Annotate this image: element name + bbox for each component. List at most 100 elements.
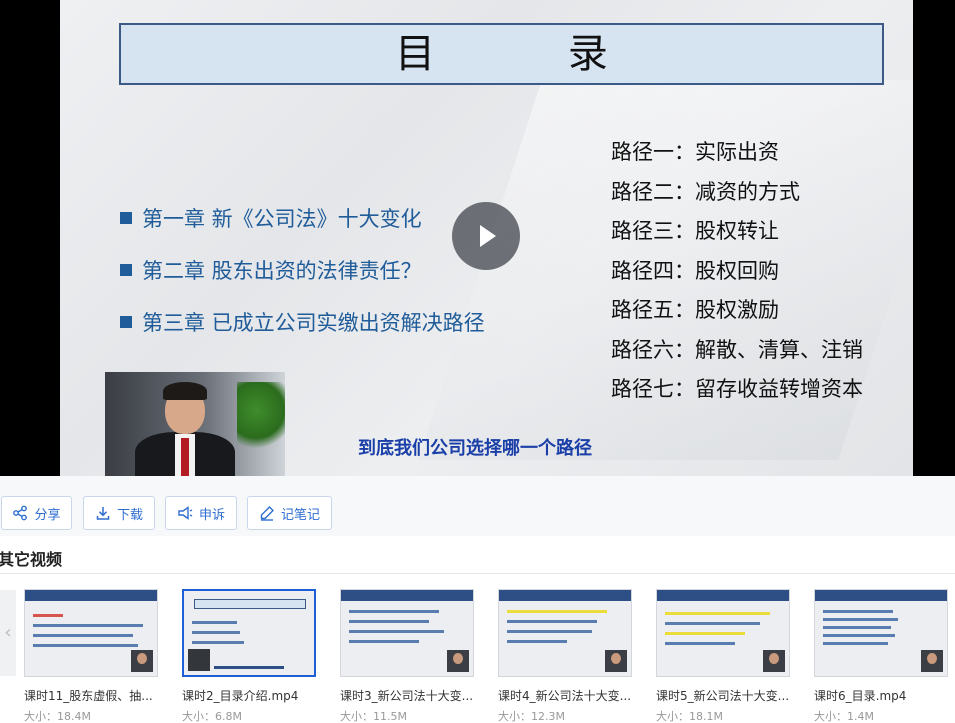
thumb-header — [499, 590, 631, 601]
video-card[interactable]: 课时3_新公司法十大变... 大小：11.5M — [340, 589, 476, 723]
slide-path: 路径一：实际出资 — [611, 140, 779, 164]
thumb-line — [507, 640, 567, 643]
slide-chapter-label: 第三章 已成立公司实缴出资解决路径 — [142, 311, 485, 335]
slide-path: 路径六：解散、清算、注销 — [611, 337, 863, 362]
play-icon — [480, 225, 496, 247]
video-thumbnail[interactable] — [656, 589, 790, 677]
bullet-square-icon — [120, 316, 132, 328]
thumb-line — [823, 626, 891, 629]
presenter-tie — [181, 438, 189, 476]
video-thumbnail[interactable] — [182, 589, 316, 677]
presenter-thumb — [447, 650, 469, 672]
thumb-caption — [214, 666, 284, 669]
video-thumbnail[interactable] — [814, 589, 948, 677]
presenter-video — [105, 372, 285, 476]
video-card-size: 大小：18.1M — [656, 710, 723, 723]
presenter-thumb — [605, 650, 627, 672]
video-card[interactable]: 课时5_新公司法十大变... 大小：18.1M — [656, 589, 792, 723]
share-label: 分享 — [34, 507, 61, 523]
thumb-line — [349, 630, 444, 633]
video-card-title[interactable]: 课时6_目录.mp4 — [814, 687, 950, 704]
video-card[interactable]: 课时4_新公司法十大变... 大小：12.3M — [498, 589, 634, 723]
slide-chapter: 第二章 股东出资的法律责任？ — [120, 244, 485, 296]
video-card-title[interactable]: 课时11_股东虚假、抽... — [24, 687, 160, 704]
notes-button[interactable]: 记笔记 — [247, 496, 332, 530]
thumb-line — [665, 632, 745, 635]
video-thumbnail[interactable] — [340, 589, 474, 677]
slide-chapter-label: 第一章 新《公司法》十大变化 — [142, 207, 422, 231]
video-thumbnail[interactable] — [498, 589, 632, 677]
thumb-line — [507, 620, 597, 623]
play-button[interactable] — [452, 202, 520, 270]
chevron-left-icon[interactable]: ‹ — [0, 590, 16, 676]
thumb-line — [507, 630, 592, 633]
video-card[interactable]: 课时6_目录.mp4 大小：1.4M — [814, 589, 950, 723]
slide-title-box: 目 录 — [119, 23, 884, 85]
video-card-title[interactable]: 课时3_新公司法十大变... — [340, 687, 476, 704]
video-card[interactable]: 课时11_股东虚假、抽... 大小：18.4M — [24, 589, 160, 723]
thumb-line — [349, 620, 429, 623]
thumb-line — [823, 610, 893, 613]
section-divider — [0, 573, 955, 574]
report-label: 申诉 — [198, 507, 225, 523]
video-thumbnail[interactable] — [24, 589, 158, 677]
video-card-size: 大小：6.8M — [182, 710, 242, 723]
thumb-line — [823, 618, 898, 621]
thumb-title-box — [194, 599, 306, 609]
presenter-thumb — [921, 650, 943, 672]
video-card[interactable]: 课时2_目录介绍.mp4 大小：6.8M — [182, 589, 318, 723]
presenter-thumb — [188, 649, 210, 671]
thumb-line — [33, 614, 63, 617]
thumb-line — [507, 610, 607, 613]
video-card-title[interactable]: 课时2_目录介绍.mp4 — [182, 687, 318, 704]
thumb-line — [823, 634, 895, 637]
download-label: 下载 — [116, 507, 143, 523]
slide-path-list: 路径一：实际出资 路径二：减资的方式 路径三：股权转让 路径四：股权回购 路径五… — [611, 133, 863, 410]
thumb-line — [192, 621, 237, 624]
slide-path: 路径三：股权转让 — [611, 219, 779, 243]
video-card-title[interactable]: 课时5_新公司法十大变... — [656, 687, 792, 704]
slide-chapter-label: 第二章 股东出资的法律责任？ — [142, 259, 422, 283]
thumb-line — [823, 642, 888, 645]
thumb-header — [25, 590, 157, 601]
video-card-size: 大小：12.3M — [498, 710, 565, 723]
thumb-line — [33, 634, 133, 637]
thumb-line — [33, 624, 143, 627]
video-card-size: 大小：11.5M — [340, 710, 407, 723]
plant-decoration — [237, 382, 285, 452]
slide-chapter-list: 第一章 新《公司法》十大变化 第二章 股东出资的法律责任？ 第三章 已成立公司实… — [120, 192, 485, 348]
thumb-line — [33, 644, 138, 647]
slide-path: 路径四：股权回购 — [611, 258, 779, 283]
video-player[interactable]: 目 录 第一章 新《公司法》十大变化 第二章 股东出资的法律责任？ 第三章 已成… — [0, 0, 955, 476]
notes-label: 记笔记 — [280, 507, 320, 523]
thumb-line — [349, 610, 439, 613]
slide-question: 到底我们公司选择哪一个路径 — [358, 438, 592, 459]
slide-path: 路径五：股权激励 — [611, 298, 779, 322]
bullet-square-icon — [120, 212, 132, 224]
slide-path: 路径七：留存收益转增资本 — [611, 377, 863, 401]
video-card-size: 大小：1.4M — [814, 710, 874, 723]
video-card-size: 大小：18.4M — [24, 710, 91, 723]
presenter-thumb — [131, 650, 153, 672]
slide-title: 目 录 — [395, 31, 668, 77]
thumb-line — [192, 631, 240, 634]
slide-chapter: 第一章 新《公司法》十大变化 — [120, 192, 485, 244]
presenter-hair — [163, 382, 207, 400]
thumb-header — [657, 590, 789, 601]
action-bar: 分享 下载 申诉 记笔记 — [0, 476, 955, 536]
thumb-line — [665, 642, 735, 645]
megaphone-icon — [178, 506, 193, 520]
share-button[interactable]: 分享 — [1, 496, 72, 530]
video-card-title[interactable]: 课时4_新公司法十大变... — [498, 687, 634, 704]
other-videos-heading: 其它视频 — [0, 550, 63, 569]
thumb-line — [192, 641, 244, 644]
slide-chapter: 第三章 已成立公司实缴出资解决路径 — [120, 296, 485, 348]
share-icon — [13, 505, 28, 521]
report-button[interactable]: 申诉 — [165, 496, 237, 530]
download-button[interactable]: 下载 — [83, 496, 155, 530]
page-root: 目 录 第一章 新《公司法》十大变化 第二章 股东出资的法律责任？ 第三章 已成… — [0, 0, 955, 723]
bullet-square-icon — [120, 264, 132, 276]
thumb-header — [815, 590, 947, 601]
pen-icon — [260, 506, 274, 521]
presenter-thumb — [763, 650, 785, 672]
